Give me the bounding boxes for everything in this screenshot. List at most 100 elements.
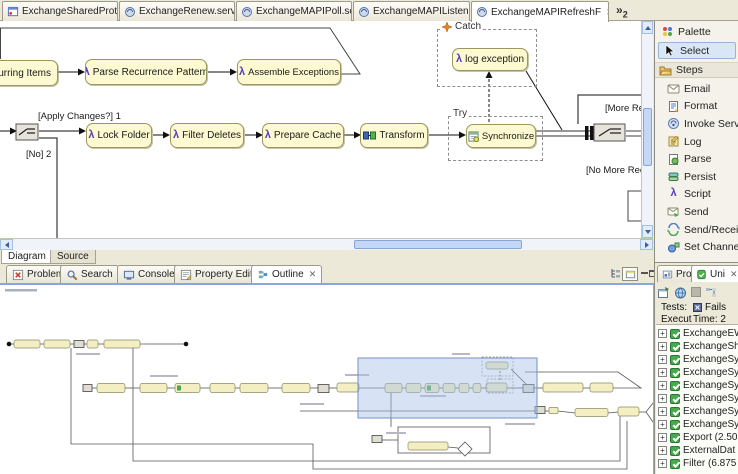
outline-thumbnail[interactable]: [0, 285, 653, 474]
tab-outline[interactable]: Outline ✕: [251, 265, 322, 283]
test-tree-item[interactable]: +ExchangeSh: [658, 340, 738, 353]
chevron-right-icon: »: [616, 3, 623, 17]
email-icon: [667, 82, 680, 95]
palette-item-label: Parse: [684, 153, 711, 165]
rerun-test-icon[interactable]: [657, 286, 670, 299]
horizontal-scrollbar[interactable]: [0, 238, 653, 250]
service-file-icon: [124, 6, 136, 18]
scroll-down-button[interactable]: [642, 225, 653, 238]
try-label[interactable]: Try: [451, 108, 469, 119]
lambda-icon: λ: [88, 130, 94, 141]
test-tree-item[interactable]: +ExternalDat: [658, 444, 738, 457]
close-icon[interactable]: ✕: [730, 269, 738, 280]
unit-test-icon: [696, 269, 707, 280]
palette-item-format[interactable]: Format: [667, 98, 738, 116]
test-tree-item[interactable]: +ExchangeSy: [658, 353, 738, 366]
expander-icon[interactable]: +: [658, 420, 667, 429]
test-tree-item[interactable]: +ExchangeSy: [658, 379, 738, 392]
editor-tab-exchange-renew[interactable]: ExchangeRenew.servic: [119, 1, 235, 21]
vertical-scrollbar[interactable]: [641, 21, 653, 238]
step-node-filter-deletes[interactable]: λ Filter Deletes: [170, 123, 244, 148]
horizontal-scroll-thumb[interactable]: [354, 240, 522, 249]
editor-tab-exchange-mapi-poll[interactable]: ExchangeMAPIPoll.ser: [236, 1, 352, 21]
step-node-transform[interactable]: Transform: [360, 123, 428, 148]
palette-drawer-steps[interactable]: Steps: [655, 62, 738, 78]
expander-icon[interactable]: +: [658, 368, 667, 377]
test-item-label: ExchangeSy: [683, 419, 738, 430]
switch-node-left[interactable]: [16, 124, 38, 140]
view-tree-icon[interactable]: [610, 267, 622, 279]
outline-viewport[interactable]: [358, 358, 537, 418]
close-icon[interactable]: ✕: [309, 269, 317, 280]
diagram-canvas[interactable]: Catch Try curring Items λ Parse Recurren…: [0, 21, 641, 238]
test-suite-icon: [670, 355, 680, 365]
test-tree-item[interactable]: +ExchangeSy: [658, 366, 738, 379]
tab-search[interactable]: Search: [60, 265, 119, 283]
catch-label[interactable]: Catch: [440, 21, 483, 32]
palette-item-label: Invoke Service: [684, 118, 738, 130]
test-results-tree[interactable]: +ExchangeEW +ExchangeSh + ExchangeSy + Exc…: [656, 324, 738, 474]
expander-icon[interactable]: +: [658, 459, 667, 468]
palette-tool-select[interactable]: Select: [658, 42, 736, 59]
expander-icon[interactable]: +: [658, 381, 667, 390]
step-node-prepare-cache[interactable]: λ Prepare Cache: [262, 123, 344, 148]
clipped-node[interactable]: [628, 191, 641, 221]
scroll-right-button[interactable]: [640, 239, 653, 250]
test-item-label: ExchangeSy: [683, 406, 738, 417]
expander-icon[interactable]: +: [658, 433, 667, 442]
stop-icon[interactable]: [691, 287, 701, 297]
test-tree-item[interactable]: + ExchangeSy: [658, 405, 738, 418]
scroll-up-button[interactable]: [642, 21, 653, 34]
hierarchy-icon[interactable]: [705, 286, 718, 299]
vertical-scroll-thumb[interactable]: [643, 108, 652, 166]
expander-icon[interactable]: +: [658, 407, 667, 416]
editor-tab-exchange-shared-protoc[interactable]: ExchangeSharedProtoc: [2, 1, 118, 21]
tab-source[interactable]: Source: [50, 250, 96, 264]
palette-item-persist[interactable]: Persist: [667, 168, 738, 186]
test-tree-item[interactable]: + ExchangeSy: [658, 418, 738, 431]
palette-item-send[interactable]: Send: [667, 203, 738, 221]
step-node-assemble-exceptions[interactable]: λ Assemble Exceptions: [237, 59, 341, 85]
switch-node-right[interactable]: [594, 124, 625, 141]
tab-diagram[interactable]: Diagram: [1, 250, 53, 264]
expander-icon[interactable]: +: [658, 394, 667, 403]
run-all-icon[interactable]: [674, 286, 687, 299]
step-node-parse-recurrence-pattern[interactable]: λ Parse Recurrence Pattern: [85, 59, 207, 85]
send-icon: [667, 205, 680, 218]
outline-view[interactable]: [0, 283, 654, 474]
expander-icon[interactable]: +: [658, 342, 667, 351]
link-editor-button[interactable]: [622, 267, 638, 281]
step-node-lock-folder[interactable]: λ Lock Folder: [86, 123, 152, 148]
close-icon[interactable]: ✕: [606, 7, 609, 18]
overflow-count: 2: [623, 9, 628, 19]
palette-header[interactable]: Palette: [661, 25, 711, 38]
palette-item-send-receive[interactable]: Send/Receive: [667, 221, 738, 239]
palette-item-set-channel[interactable]: Set Channel: [667, 238, 738, 256]
palette-item-parse[interactable]: Parse: [667, 150, 738, 168]
format-icon: [667, 100, 680, 113]
test-tree-item[interactable]: +ExchangeSy: [658, 392, 738, 405]
minimize-icon[interactable]: [640, 267, 648, 279]
node-label: curring Items: [0, 68, 51, 79]
tab-console[interactable]: Console: [117, 265, 181, 283]
palette-item-log[interactable]: Log: [667, 133, 738, 151]
palette-item-script[interactable]: λ Script: [667, 186, 738, 204]
edge-label-no: [No] 2: [26, 149, 51, 160]
step-node-log-exception[interactable]: λ log exception: [452, 48, 528, 71]
palette-item-invoke-service[interactable]: Invoke Service: [667, 115, 738, 133]
scroll-left-button[interactable]: [0, 239, 13, 250]
tab-unit-test[interactable]: Uni ✕: [691, 265, 738, 282]
expander-icon[interactable]: +: [658, 446, 667, 455]
expander-icon[interactable]: +: [658, 329, 667, 338]
tab-overflow-indicator[interactable]: »2: [616, 3, 628, 19]
test-tree-item[interactable]: +ExchangeEW: [658, 327, 738, 340]
step-node-recurring-items[interactable]: curring Items: [0, 60, 58, 86]
step-node-synchronize[interactable]: Synchronize: [466, 124, 536, 148]
palette-item-email[interactable]: Email: [667, 80, 738, 98]
expander-icon[interactable]: +: [658, 355, 667, 364]
editor-tab-exchange-mapi-refresh[interactable]: ExchangeMAPIRefreshF ✕: [471, 1, 609, 22]
test-tree-item[interactable]: +Filter (6.875: [658, 457, 738, 470]
test-tree-item[interactable]: +Export (2.50: [658, 431, 738, 444]
editor-tab-exchange-mapi-listener[interactable]: ExchangeMAPIListener: [353, 1, 470, 21]
palette-panel: Palette Select Steps Email Format Invoke…: [654, 21, 738, 262]
